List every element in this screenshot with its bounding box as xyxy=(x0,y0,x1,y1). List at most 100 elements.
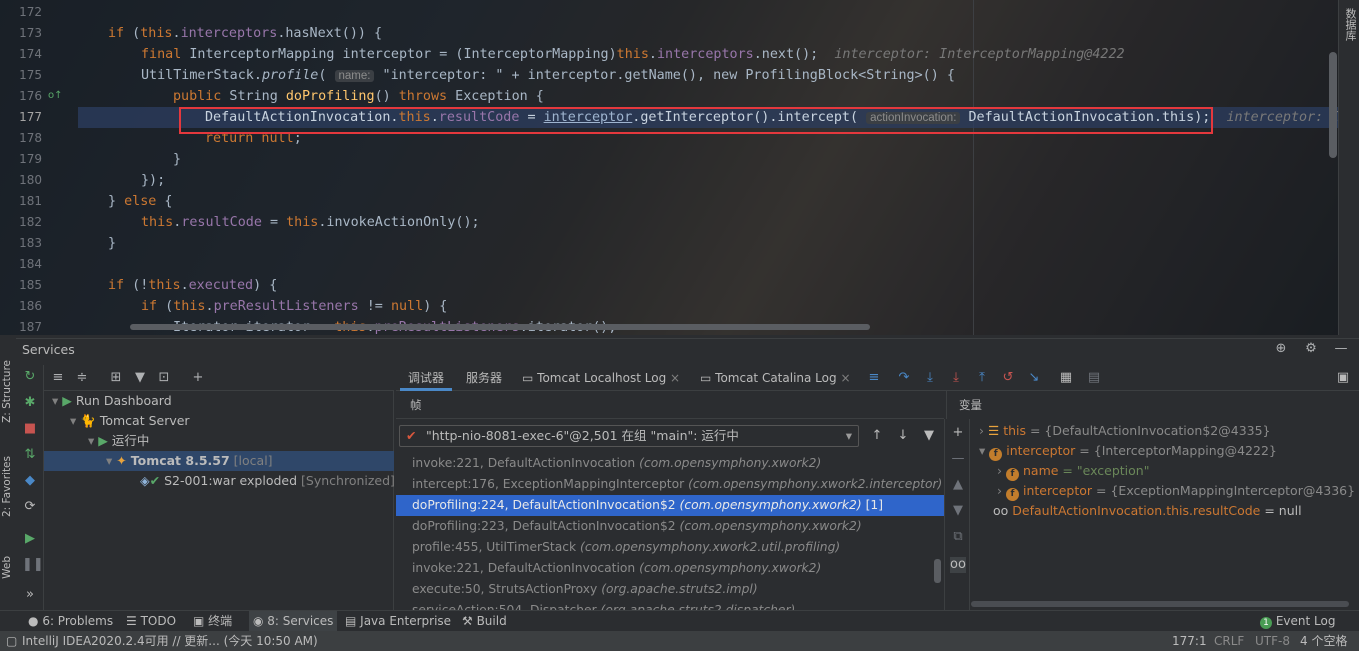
remove-watch-icon[interactable]: — xyxy=(950,451,966,467)
tab-server[interactable]: 服务器 xyxy=(458,365,510,391)
filter-icon[interactable]: ▼ xyxy=(132,370,148,386)
code-line-176[interactable]: public String doProfiling() throws Excep… xyxy=(173,86,544,107)
frame-row[interactable]: execute:50, StrutsActionProxy (org.apach… xyxy=(396,579,944,600)
variable-row[interactable]: ▾ f interceptor = {InterceptorMapping@422… xyxy=(979,441,1277,461)
code-line-179[interactable]: } xyxy=(173,149,181,170)
resume-icon[interactable]: ▶ xyxy=(22,531,38,547)
problems-tab[interactable]: ● 6: Problems xyxy=(28,611,113,632)
thread-selector[interactable]: ✔ "http-nio-8081-exec-6"@2,501 在组 "main"… xyxy=(399,425,859,447)
gear-icon[interactable]: ⚙ xyxy=(1303,341,1319,357)
build-tab[interactable]: ⚒ Build xyxy=(462,611,507,632)
down-arrow-icon[interactable]: ↓ xyxy=(895,428,911,444)
tab-catalina-log[interactable]: ▭ Tomcat Catalina Log × xyxy=(692,365,859,391)
tree-item[interactable]: ▾ ▶ 运行中 xyxy=(44,431,394,451)
refresh-icon[interactable]: ⟳ xyxy=(22,499,38,515)
layout-icon[interactable]: ▣ xyxy=(1335,370,1351,386)
up-arrow-icon[interactable]: ↑ xyxy=(869,428,885,444)
frame-row[interactable]: intercept:176, ExceptionMappingIntercept… xyxy=(396,474,944,495)
copy-icon[interactable]: ⧉ xyxy=(950,529,966,545)
status-icon[interactable]: ▢ xyxy=(6,631,17,651)
inline-debug-value: interceptor: InterceptorMapping@4222 xyxy=(834,47,1125,62)
frame-row[interactable]: doProfiling:223, DefaultActionInvocation… xyxy=(396,516,944,537)
evaluate-icon[interactable]: ▦ xyxy=(1058,370,1074,386)
more-icon[interactable]: » xyxy=(22,587,38,603)
check-icon: ✔ xyxy=(406,428,417,443)
group-icon[interactable]: ⊞ xyxy=(108,370,124,386)
stop-icon[interactable]: ■ xyxy=(22,421,38,437)
step-out-icon[interactable]: ⤒ xyxy=(974,370,990,386)
code-line-183[interactable]: } xyxy=(108,233,116,254)
variable-row[interactable]: › f name = "exception" xyxy=(997,461,1149,481)
debug-icon[interactable]: ✱ xyxy=(22,395,38,411)
deploy-icon[interactable]: ⇅ xyxy=(22,447,38,463)
line-separator[interactable]: CRLF xyxy=(1214,631,1244,651)
glasses-icon[interactable]: oo xyxy=(950,557,966,573)
add-icon[interactable]: + xyxy=(190,370,206,386)
frame-row[interactable]: invoke:221, DefaultActionInvocation (com… xyxy=(396,558,944,579)
artifact-icon[interactable]: ◆ xyxy=(22,473,38,489)
tree-item-selected[interactable]: ▾ ✦ Tomcat 8.5.57 [local] xyxy=(44,451,394,471)
drop-frame-icon[interactable]: ↺ xyxy=(1000,370,1016,386)
expand-all-icon[interactable]: ≡ xyxy=(50,370,66,386)
status-message[interactable]: IntelliJ IDEA2020.2.4可用 // 更新... (今天 10:… xyxy=(22,631,318,651)
code-line-186[interactable]: if (this.preResultListeners != null) { xyxy=(141,296,447,317)
move-down-icon[interactable]: ▼ xyxy=(950,503,966,519)
structure-tool-tab[interactable]: Z: Structure xyxy=(1,360,13,423)
database-tool-tab[interactable]: 数据库 xyxy=(1342,8,1358,41)
event-log-tab[interactable]: 1 Event Log xyxy=(1260,611,1335,632)
indent-setting[interactable]: 4 个空格 xyxy=(1300,631,1347,651)
code-line-180[interactable]: }); xyxy=(141,170,165,191)
services-tab[interactable]: ◉ 8: Services xyxy=(249,611,338,632)
code-line-174[interactable]: final InterceptorMapping interceptor = (… xyxy=(141,44,1125,65)
frames-scrollbar[interactable] xyxy=(934,559,941,583)
java-enterprise-tab[interactable]: ▤ Java Enterprise xyxy=(345,611,451,632)
minimize-icon[interactable]: — xyxy=(1333,341,1349,357)
todo-tab[interactable]: ☰ TODO xyxy=(126,611,176,632)
collapse-all-icon[interactable]: ≑ xyxy=(74,370,90,386)
variable-row[interactable]: › f interceptor = {ExceptionMappingInterc… xyxy=(997,481,1355,501)
editor-horizontal-scrollbar[interactable] xyxy=(130,324,870,330)
file-encoding[interactable]: UTF-8 xyxy=(1255,631,1290,651)
code-editor[interactable]: 172 173 174 175 176 177 178 179 180 181 … xyxy=(0,0,1338,335)
variable-row[interactable]: › ☰ this = {DefaultActionInvocation$2@43… xyxy=(979,421,1271,441)
new-tab-icon[interactable]: ⊡ xyxy=(156,370,172,386)
step-over-icon[interactable]: ↷ xyxy=(896,370,912,386)
rerun-icon[interactable]: ↻ xyxy=(22,369,38,385)
frame-row[interactable]: profile:455, UtilTimerStack (com.opensym… xyxy=(396,537,944,558)
filter-frames-icon[interactable]: ▼ xyxy=(921,428,937,444)
line-gutter[interactable]: 172 173 174 175 176 177 178 179 180 181 … xyxy=(0,0,78,335)
globe-icon[interactable]: ⊕ xyxy=(1273,341,1289,357)
tab-debugger[interactable]: 调试器 xyxy=(400,365,453,391)
line-number: 178 xyxy=(19,131,42,145)
caret-position[interactable]: 177:1 xyxy=(1172,631,1207,651)
frame-row[interactable]: invoke:221, DefaultActionInvocation (com… xyxy=(396,453,944,474)
watch-row[interactable]: oo DefaultActionInvocation.this.resultCo… xyxy=(993,501,1302,521)
code-line-175[interactable]: UtilTimerStack.profile( name: "intercept… xyxy=(141,65,955,86)
tree-item[interactable]: ◈✔ S2-001:war exploded [Synchronized] xyxy=(44,471,395,491)
line-number: 177 xyxy=(19,110,42,124)
tree-item[interactable]: ▾ ▶ Run Dashboard xyxy=(44,391,394,411)
code-line-182[interactable]: this.resultCode = this.invokeActionOnly(… xyxy=(141,212,480,233)
step-into-icon[interactable]: ⤓ xyxy=(922,370,938,386)
services-title: Services xyxy=(22,342,75,357)
frame-row-selected[interactable]: doProfiling:224, DefaultActionInvocation… xyxy=(396,495,944,516)
tree-item[interactable]: ▾ 🐈 Tomcat Server xyxy=(44,411,394,431)
force-step-into-icon[interactable]: ⤓ xyxy=(948,370,964,386)
pause-icon[interactable]: ❚❚ xyxy=(22,557,44,573)
terminal-tab[interactable]: ▣ 终端 xyxy=(193,611,232,632)
code-line-185[interactable]: if (!this.executed) { xyxy=(108,275,277,296)
variables-scrollbar[interactable] xyxy=(971,601,1349,607)
code-line-181[interactable]: } else { xyxy=(108,191,173,212)
run-to-cursor-icon[interactable]: ↘ xyxy=(1026,370,1042,386)
show-execution-point-icon[interactable]: ≡ xyxy=(866,370,882,386)
override-marker-icon[interactable]: o↑ xyxy=(48,90,63,101)
editor-vertical-scrollbar[interactable] xyxy=(1329,52,1337,158)
favorites-tool-tab[interactable]: 2: Favorites xyxy=(1,456,13,517)
trace-icon[interactable]: ▤ xyxy=(1086,370,1102,386)
tab-localhost-log[interactable]: ▭ Tomcat Localhost Log × xyxy=(514,365,688,391)
add-watch-icon[interactable]: + xyxy=(950,425,966,441)
line-number: 183 xyxy=(19,236,42,250)
code-line-173[interactable]: if (this.interceptors.hasNext()) { xyxy=(108,23,382,44)
move-up-icon[interactable]: ▲ xyxy=(950,477,966,493)
web-tool-tab[interactable]: Web xyxy=(1,556,13,579)
